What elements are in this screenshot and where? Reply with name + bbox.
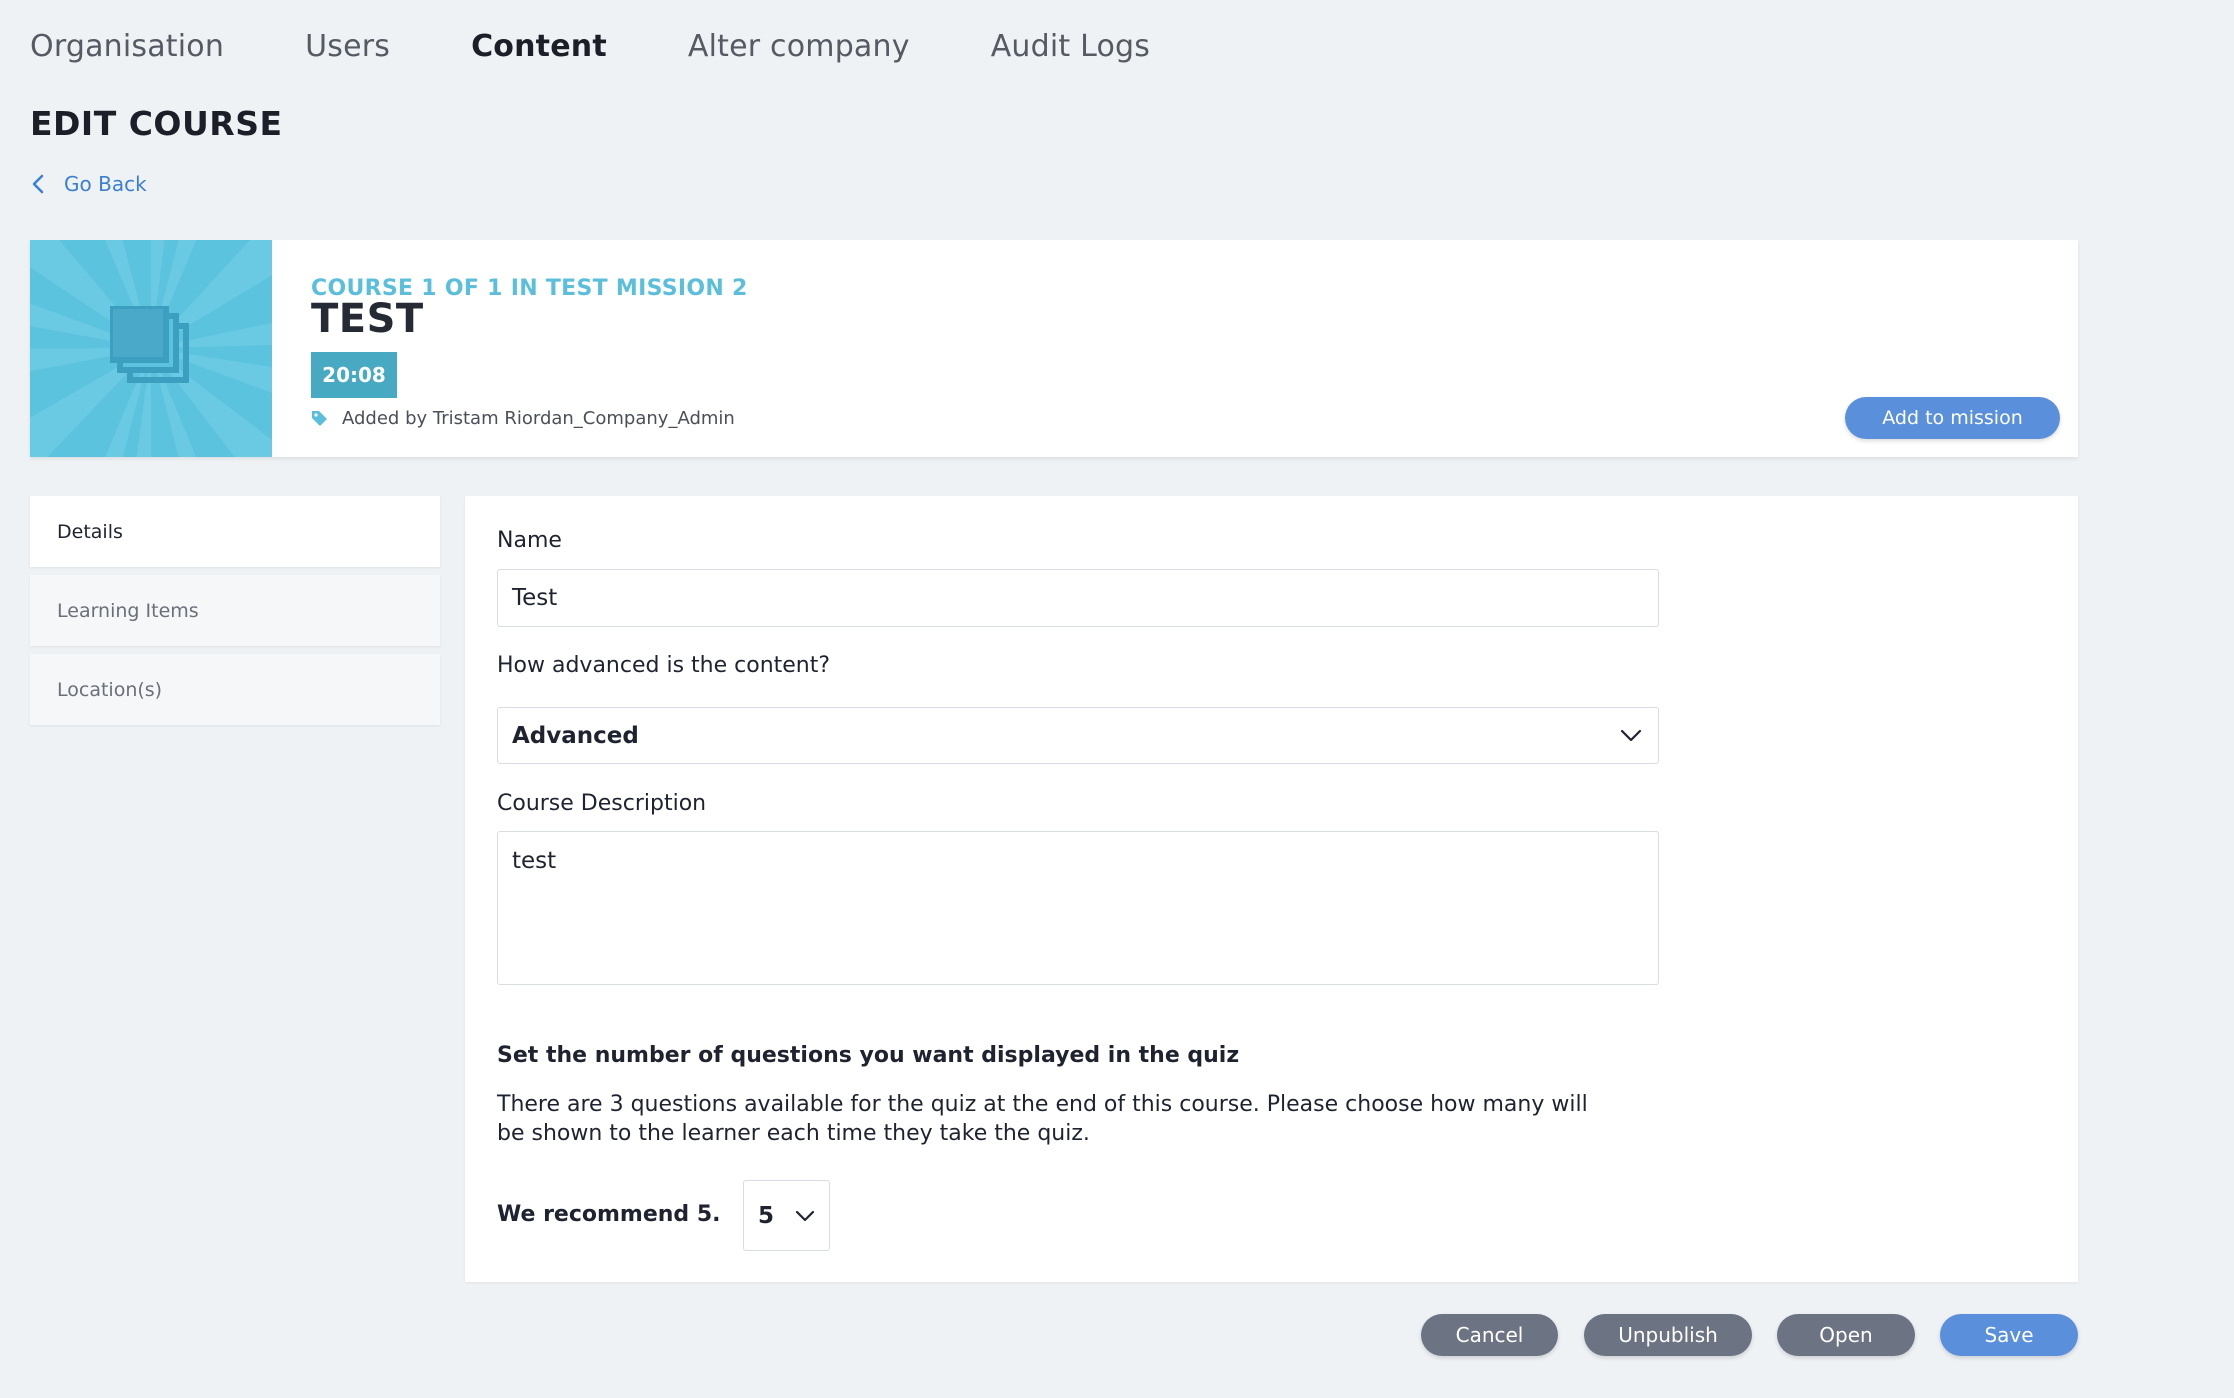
side-tab-learning-items[interactable]: Learning Items xyxy=(30,575,440,646)
course-header-card: COURSE 1 OF 1 IN TEST MISSION 2 TEST 20:… xyxy=(30,240,2078,457)
tag-icon xyxy=(312,411,327,426)
tab-users[interactable]: Users xyxy=(305,22,390,72)
top-nav: Organisation Users Content Alter company… xyxy=(30,22,1150,72)
course-title: TEST xyxy=(311,296,424,342)
save-button[interactable]: Save xyxy=(1940,1314,2078,1356)
chevron-down-icon xyxy=(1620,729,1642,741)
tab-audit-logs[interactable]: Audit Logs xyxy=(991,22,1150,72)
added-by-text: Added by Tristam Riordan_Company_Admin xyxy=(342,408,735,429)
add-to-mission-button[interactable]: Add to mission xyxy=(1845,397,2060,439)
description-label: Course Description xyxy=(497,791,707,816)
tab-alter-company[interactable]: Alter company xyxy=(688,22,910,72)
chevron-down-icon xyxy=(795,1210,815,1221)
go-back-link[interactable]: Go Back xyxy=(30,172,147,196)
quiz-count-value: 5 xyxy=(758,1202,775,1229)
chevron-left-icon xyxy=(32,174,44,194)
side-tab-locations[interactable]: Location(s) xyxy=(30,654,440,725)
go-back-label: Go Back xyxy=(64,172,147,196)
tab-content[interactable]: Content xyxy=(471,22,607,72)
quiz-settings-description: There are 3 questions available for the … xyxy=(497,1092,1588,1146)
added-by-info: Added by Tristam Riordan_Company_Admin xyxy=(311,408,735,429)
advanced-select-value: Advanced xyxy=(512,722,639,749)
page-title: EDIT COURSE xyxy=(30,104,283,143)
unpublish-button[interactable]: Unpublish xyxy=(1584,1314,1752,1356)
quiz-recommendation: We recommend 5. xyxy=(497,1202,721,1227)
name-label: Name xyxy=(497,528,562,553)
side-tab-details[interactable]: Details xyxy=(30,496,440,567)
name-input[interactable]: Test xyxy=(497,569,1659,627)
details-form: Name Test How advanced is the content? A… xyxy=(465,496,2078,1282)
tab-organisation[interactable]: Organisation xyxy=(30,22,224,72)
course-thumbnail xyxy=(30,240,272,457)
advanced-select[interactable]: Advanced xyxy=(497,707,1659,764)
quiz-settings-title: Set the number of questions you want dis… xyxy=(497,1043,1240,1068)
open-button[interactable]: Open xyxy=(1777,1314,1915,1356)
description-textarea[interactable]: test xyxy=(497,831,1659,985)
side-tabs: Details Learning Items Location(s) xyxy=(30,496,440,733)
quiz-count-select[interactable]: 5 xyxy=(743,1180,830,1251)
stacked-squares-icon xyxy=(110,306,189,383)
duration-badge: 20:08 xyxy=(311,352,397,398)
cancel-button[interactable]: Cancel xyxy=(1421,1314,1558,1356)
advanced-label: How advanced is the content? xyxy=(497,653,831,678)
